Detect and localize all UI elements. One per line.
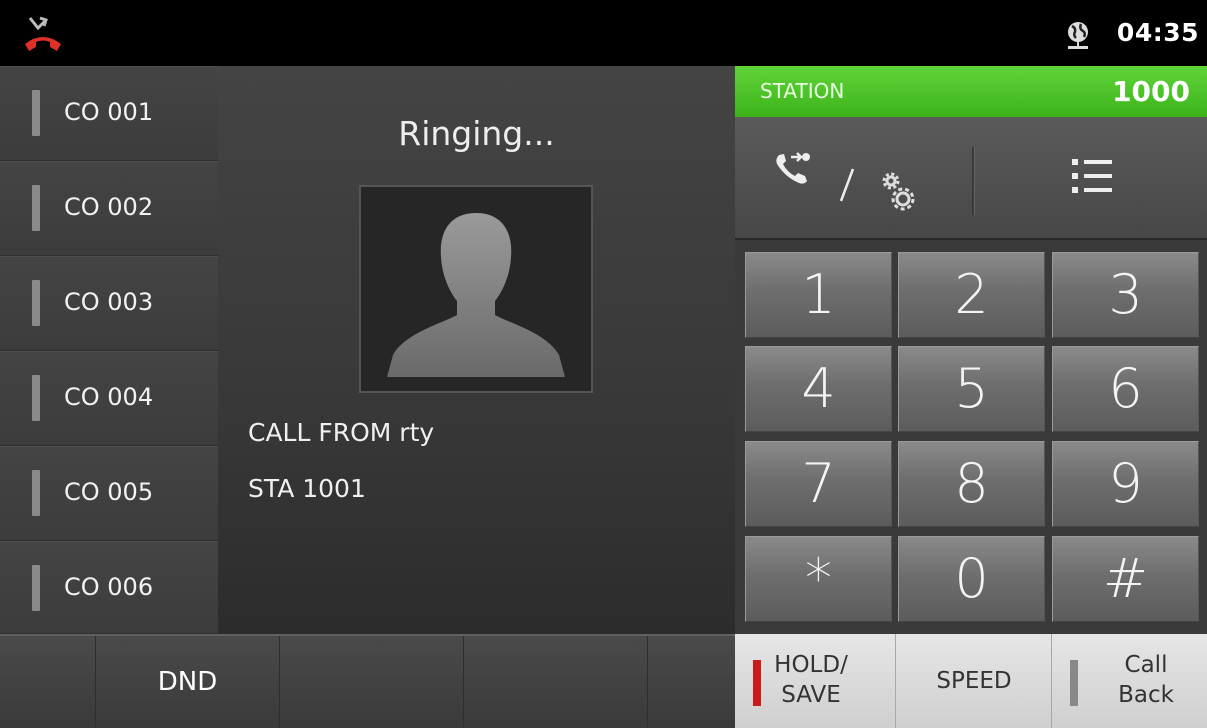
co-line-label: CO 001: [64, 98, 154, 126]
clock: 04:35: [1116, 18, 1199, 47]
person-silhouette-icon: [387, 213, 565, 377]
hold-save-line2: SAVE: [781, 682, 841, 708]
line-status-led: [32, 280, 40, 326]
transfer-settings-button[interactable]: [735, 117, 972, 238]
caller-name: CALL FROM rty: [248, 418, 435, 447]
line-status-led: [32, 565, 40, 611]
globe-icon: [1064, 20, 1092, 52]
keypad-key[interactable]: 3: [1052, 252, 1199, 338]
dnd-button[interactable]: DND: [95, 636, 279, 728]
menu-list-button[interactable]: [974, 117, 1207, 238]
call-back-label: Call Back: [1096, 650, 1196, 710]
co-line-label: CO 004: [64, 383, 154, 411]
line-status-led: [32, 185, 40, 231]
soft-key-empty[interactable]: [463, 636, 647, 728]
keypad-key[interactable]: *: [745, 536, 892, 622]
station-number: 1000: [1112, 75, 1190, 108]
co-line-item[interactable]: CO 002: [0, 161, 218, 256]
hold-save-label: HOLD/ SAVE: [771, 650, 851, 710]
station-bar: STATION 1000: [735, 66, 1207, 117]
call-back-button[interactable]: Call Back: [1051, 634, 1207, 728]
keypad-key[interactable]: 6: [1052, 346, 1199, 432]
co-line-item[interactable]: CO 001: [0, 66, 218, 161]
co-line-label: CO 002: [64, 193, 154, 221]
keypad-key[interactable]: 1: [745, 252, 892, 338]
keypad-key[interactable]: 8: [898, 441, 1045, 527]
hold-save-button[interactable]: HOLD/ SAVE: [735, 634, 895, 728]
dial-keypad: 1 2 3 4 5 6 7 8 9 * 0 #: [735, 240, 1207, 634]
keypad-key[interactable]: 4: [745, 346, 892, 432]
soft-key-empty[interactable]: [279, 636, 463, 728]
soft-key-empty[interactable]: [647, 636, 735, 728]
function-bar: [735, 117, 1207, 240]
call-back-line1: Call: [1124, 652, 1168, 678]
call-transfer-icon: [776, 152, 810, 184]
co-line-item[interactable]: CO 006: [0, 541, 218, 634]
gear-icon: [882, 172, 915, 211]
speed-label: SPEED: [936, 668, 1012, 694]
status-bar: 04:35: [0, 0, 1207, 66]
co-line-list: CO 001 CO 002 CO 003 CO 004 CO 005 CO 00…: [0, 66, 218, 634]
call-control-bar: HOLD/ SAVE SPEED Call Back: [735, 634, 1207, 728]
line-status-led: [32, 375, 40, 421]
hold-led: [753, 660, 761, 706]
dnd-label: DND: [157, 667, 218, 697]
soft-key-bar: DND: [0, 634, 735, 728]
caller-photo: [359, 185, 593, 393]
speed-button[interactable]: SPEED: [895, 634, 1051, 728]
keypad-key[interactable]: 7: [745, 441, 892, 527]
keypad-key[interactable]: 9: [1052, 441, 1199, 527]
call-back-led: [1070, 660, 1078, 706]
station-label: STATION: [760, 79, 845, 103]
line-status-led: [32, 90, 40, 136]
keypad-key[interactable]: 0: [898, 536, 1045, 622]
co-line-item[interactable]: CO 005: [0, 446, 218, 541]
line-status-led: [32, 470, 40, 516]
co-line-item[interactable]: CO 003: [0, 256, 218, 351]
co-line-label: CO 005: [64, 478, 154, 506]
keypad-key[interactable]: #: [1052, 536, 1199, 622]
call-back-line2: Back: [1118, 682, 1174, 708]
call-panel: Ringing... CALL FROM rty STA 1001: [218, 66, 735, 634]
soft-key-empty[interactable]: [0, 636, 95, 728]
co-line-item[interactable]: CO 004: [0, 351, 218, 446]
co-line-label: CO 003: [64, 288, 154, 316]
caller-station: STA 1001: [248, 474, 366, 503]
list-icon: [1072, 159, 1112, 193]
keypad-key[interactable]: 5: [898, 346, 1045, 432]
hold-save-line1: HOLD/: [774, 652, 848, 678]
missed-call-icon[interactable]: [22, 14, 64, 56]
call-status: Ringing...: [398, 114, 555, 153]
keypad-key[interactable]: 2: [898, 252, 1045, 338]
co-line-label: CO 006: [64, 573, 154, 601]
